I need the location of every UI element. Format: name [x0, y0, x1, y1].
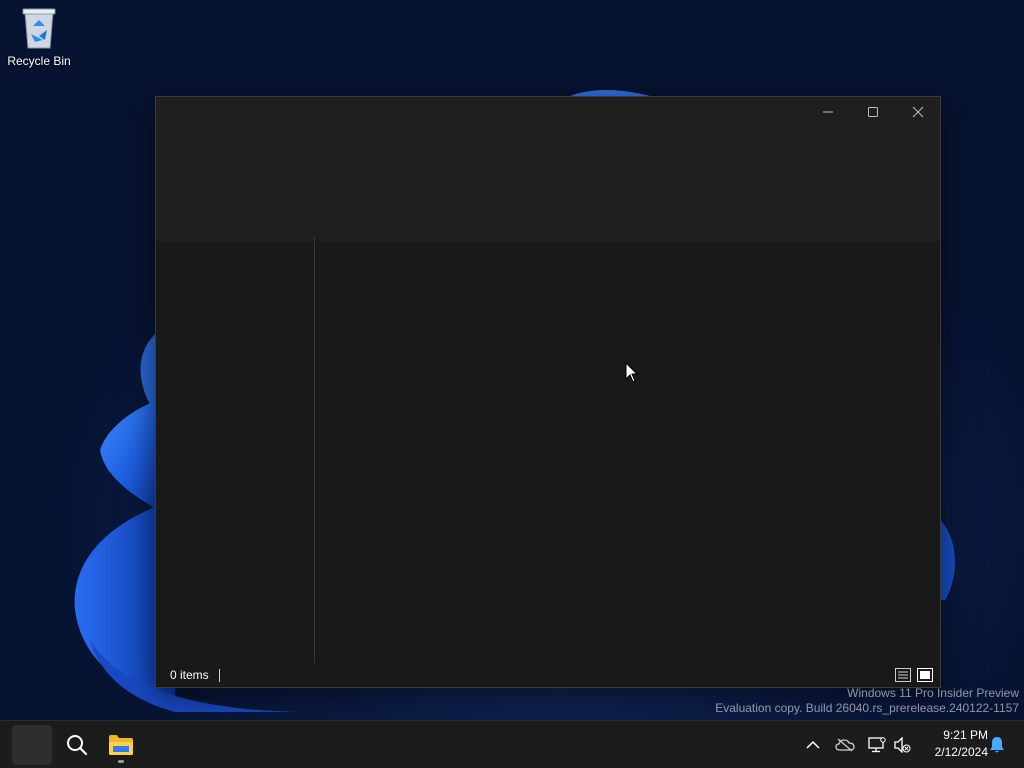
details-view-button[interactable]	[894, 667, 912, 683]
network-tray-button[interactable]	[865, 733, 889, 757]
file-explorer-icon	[109, 735, 133, 755]
desktop-icon-label: Recycle Bin	[7, 54, 71, 68]
file-explorer-taskbar-button[interactable]	[101, 725, 141, 765]
minimize-button[interactable]	[805, 97, 851, 127]
search-button[interactable]	[57, 725, 97, 765]
maximize-button[interactable]	[850, 97, 896, 127]
file-explorer-window[interactable]: 0 items	[155, 96, 941, 688]
volume-muted-icon	[894, 737, 911, 753]
taskbar-clock[interactable]: 9:21 PM 2/12/2024	[916, 727, 988, 761]
desktop-icon-recycle-bin[interactable]: Recycle Bin	[4, 6, 74, 76]
start-button[interactable]	[12, 725, 52, 765]
notification-bell-icon	[990, 737, 1004, 753]
item-count: 0 items	[170, 668, 209, 682]
chevron-up-icon	[806, 740, 820, 749]
show-hidden-icons-button[interactable]	[801, 733, 825, 757]
recycle-bin-icon	[22, 8, 56, 49]
start-icon	[22, 735, 42, 755]
mouse-pointer-icon	[625, 362, 639, 383]
large-icons-view-icon	[917, 668, 933, 682]
running-indicator	[118, 760, 124, 763]
minimize-icon	[823, 111, 833, 113]
evaluation-watermark: Windows 11 Pro Insider Preview Evaluatio…	[715, 686, 1019, 716]
clock-time: 9:21 PM	[943, 728, 988, 742]
maximize-icon	[868, 107, 878, 117]
close-button[interactable]	[895, 97, 941, 127]
large-icons-view-button[interactable]	[916, 667, 934, 683]
onedrive-offline-icon	[835, 738, 855, 752]
desktop: Recycle Bin 0 items Windows 11 Pro Insid…	[0, 0, 1024, 768]
details-view-icon	[895, 668, 911, 682]
title-bar[interactable]	[156, 97, 940, 241]
notifications-button[interactable]	[985, 733, 1009, 757]
watermark-line-2: Evaluation copy. Build 26040.rs_prerelea…	[715, 701, 1019, 715]
status-bar: 0 items	[156, 663, 940, 687]
watermark-line-1: Windows 11 Pro Insider Preview	[847, 686, 1019, 700]
taskbar: 9:21 PM 2/12/2024	[0, 720, 1024, 768]
navigation-pane[interactable]	[156, 241, 314, 665]
clock-date: 2/12/2024	[934, 745, 988, 759]
close-icon	[912, 106, 924, 118]
onedrive-tray-button[interactable]	[833, 733, 857, 757]
volume-tray-button[interactable]	[890, 733, 914, 757]
status-divider	[218, 668, 220, 682]
file-list-pane[interactable]	[315, 241, 940, 665]
search-icon	[67, 735, 88, 756]
network-icon	[868, 737, 886, 753]
